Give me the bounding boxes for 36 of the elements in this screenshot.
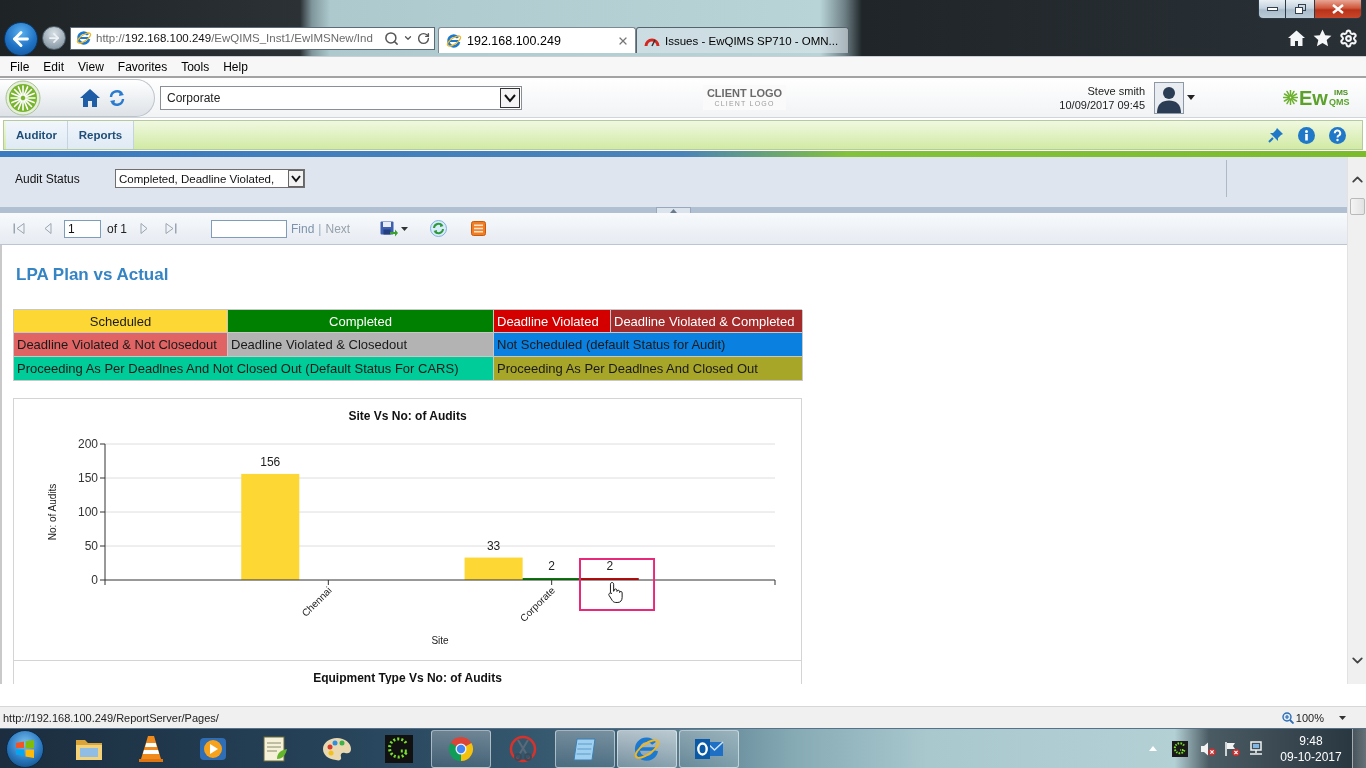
legend-item: Scheduled: [14, 310, 228, 333]
login-time: 10/09/2017 09:45: [1059, 97, 1145, 112]
legend-item: Deadline Violated: [494, 310, 611, 333]
client-logo-text: CLIENT LOGO: [706, 87, 783, 99]
data-label: 2: [606, 559, 614, 573]
clock-time: 9:48: [1299, 732, 1323, 749]
legend-item: Deadline Violated & Not Closedout: [14, 333, 228, 357]
page-count: of 1: [107, 221, 127, 236]
legend-item: Not Scheduled (default Status for Audit): [494, 333, 803, 357]
y-tick-label: 50: [84, 539, 98, 553]
status-url: http://192.168.100.249/ReportServer/Pages/: [3, 711, 219, 724]
legend-item: Deadline Violated & Closedout: [228, 333, 494, 357]
parameter-label: Audit Status: [15, 171, 81, 186]
legend-item: Deadline Violated & Completed: [611, 310, 803, 333]
chart-title: Equipment Type Vs No: of Audits: [313, 672, 502, 684]
clock-date: 09-10-2017: [1280, 748, 1342, 765]
user-name: Steve smith: [1087, 83, 1145, 98]
legend-item: Proceeding As Per Deadlnes And Not Closed Out (Default Status For CARS): [14, 357, 494, 381]
url-text: http://192.168.100.249/EwQIMS_Inst1/EwIMSNew/Ind: [96, 32, 374, 44]
legend-item: Proceeding As Per Deadlnes And Closed Out: [494, 357, 803, 381]
y-tick-label: 100: [77, 505, 98, 519]
y-axis-title: No: of Audits: [47, 483, 58, 541]
x-axis-title: Site: [431, 635, 449, 646]
y-tick-label: 200: [77, 437, 98, 451]
brand-subscript: QMS: [1328, 96, 1350, 107]
brand-name: Ew: [1299, 87, 1328, 108]
brand-superscript: IMS: [1333, 88, 1349, 97]
data-label: 156: [260, 454, 281, 469]
y-tick-label: 150: [77, 471, 98, 485]
legend-item: Completed: [228, 310, 494, 333]
y-tick-label: 0: [91, 573, 98, 587]
data-label: 2: [548, 559, 555, 573]
link-separator: |: [318, 221, 322, 236]
report-title: LPA Plan vs Actual: [16, 265, 170, 285]
data-label: 33: [486, 538, 501, 553]
chart-title: Site Vs No: of Audits: [348, 409, 467, 423]
